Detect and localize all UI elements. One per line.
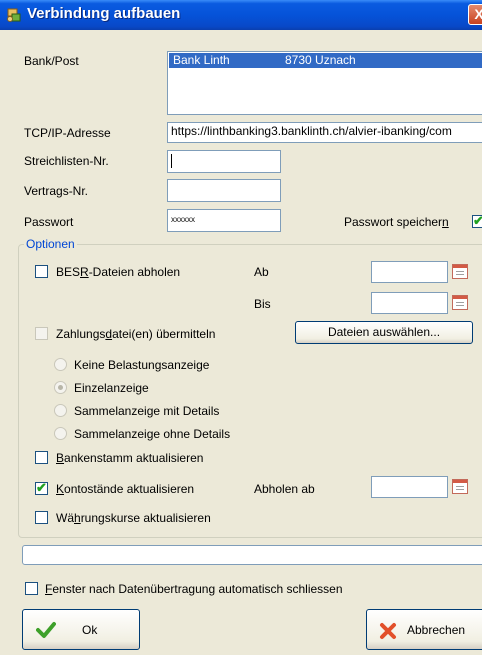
- abholen-ab-label: Abholen ab: [254, 482, 315, 496]
- fenster-label-post: enster nach Datenübertragung automatisch…: [52, 582, 343, 596]
- abholen-ab-date-input[interactable]: [371, 476, 448, 498]
- bankenstamm-checkbox[interactable]: [35, 451, 48, 464]
- check-icon: ✔: [473, 213, 482, 228]
- ab-date-input[interactable]: [371, 261, 448, 283]
- radio-einzel[interactable]: [54, 381, 67, 394]
- radio-dot: [58, 385, 63, 390]
- passwort-save-checkbox[interactable]: ✔: [472, 213, 482, 228]
- waehrung-label-pre: Wä: [56, 511, 74, 525]
- passwort-save-label: Passwort speichern: [344, 215, 449, 229]
- title-bar: Verbindung aufbauen X: [0, 0, 482, 30]
- bankenstamm-label-accel: B: [56, 451, 65, 465]
- radio-sammel-details-label: Sammelanzeige mit Details: [74, 404, 220, 418]
- waehrung-label-accel: h: [74, 511, 81, 525]
- tcp-label: TCP/IP-Adresse: [24, 126, 111, 140]
- zahlung-label-post: atei(en) übermitteln: [112, 327, 216, 341]
- cancel-button-label: Abbrechen: [407, 623, 466, 637]
- zahlung-checkbox[interactable]: [35, 327, 48, 340]
- bank-location: 8730 Uznach: [285, 53, 356, 67]
- konto-label: Kontostände aktualisieren: [56, 482, 194, 496]
- besr-label-post: -Dateien abholen: [88, 265, 181, 279]
- window-title: Verbindung aufbauen: [27, 5, 181, 22]
- radio-einzel-label: Einzelanzeige: [74, 381, 149, 395]
- cancel-x-icon: [380, 623, 396, 639]
- konto-label-accel: K: [56, 482, 65, 496]
- waehrung-checkbox[interactable]: [35, 511, 48, 524]
- cancel-button[interactable]: Abbrechen: [366, 609, 482, 650]
- ab-label: Ab: [254, 265, 269, 279]
- optionen-legend: Optionen: [24, 237, 77, 251]
- besr-label-pre: BES: [56, 265, 81, 279]
- radio-sammel-ohne[interactable]: [54, 427, 67, 440]
- dialog-window: Verbindung aufbauen X Bank/Post Bank Lin…: [0, 0, 482, 655]
- bis-date-input[interactable]: [371, 292, 448, 314]
- besr-label-accel: R: [80, 265, 89, 279]
- connection-icon: [7, 8, 21, 22]
- dateien-auswaehlen-button[interactable]: Dateien auswählen...: [295, 321, 473, 344]
- vertrag-label: Vertrags-Nr.: [24, 184, 89, 198]
- close-button[interactable]: X: [468, 4, 482, 25]
- tcp-input[interactable]: https://linthbanking3.banklinth.ch/alvie…: [167, 122, 482, 143]
- waehrung-label-post: rungskurse aktualisieren: [80, 511, 211, 525]
- bankenstamm-label: Bankenstamm aktualisieren: [56, 451, 203, 465]
- radio-sammel-details[interactable]: [54, 404, 67, 417]
- ok-button-label: Ok: [82, 623, 98, 637]
- bis-label: Bis: [254, 297, 271, 311]
- bank-list-item[interactable]: Bank Linth 8730 Uznach: [169, 53, 482, 68]
- bankenstamm-label-post: ankenstamm aktualisieren: [64, 451, 204, 465]
- bank-list[interactable]: Bank Linth 8730 Uznach: [167, 51, 482, 115]
- waehrung-label: Währungskurse aktualisieren: [56, 511, 211, 525]
- check-icon: ✔: [36, 480, 47, 495]
- passwort-save-label-text: Passwort speicher: [344, 215, 443, 229]
- streichliste-input[interactable]: [167, 150, 281, 173]
- checkmark-icon: [36, 622, 56, 638]
- calendar-icon[interactable]: [452, 479, 468, 494]
- radio-sammel-ohne-label: Sammelanzeige ohne Details: [74, 427, 231, 441]
- konto-label-post: ontostände aktualisieren: [64, 482, 195, 496]
- streichliste-label: Streichlisten-Nr.: [24, 154, 109, 168]
- zahlung-label-pre: Zahlungs: [56, 327, 106, 341]
- passwort-save-label-accel: n: [442, 215, 449, 229]
- passwort-label: Passwort: [24, 215, 74, 229]
- progress-bar: [22, 545, 482, 565]
- passwort-input[interactable]: xxxxxx: [167, 209, 281, 232]
- besr-checkbox[interactable]: [35, 265, 48, 278]
- fenster-label: Fenster nach Datenübertragung automatisc…: [45, 582, 343, 596]
- fenster-checkbox[interactable]: [25, 582, 38, 595]
- vertrag-input[interactable]: [167, 179, 281, 202]
- radio-keine-label: Keine Belastungsanzeige: [74, 358, 210, 372]
- konto-checkbox[interactable]: ✔: [35, 480, 48, 495]
- calendar-icon[interactable]: [452, 295, 468, 310]
- calendar-icon[interactable]: [452, 264, 468, 279]
- zahlung-label: Zahlungsdatei(en) übermitteln: [56, 327, 215, 341]
- bank-name: Bank Linth: [173, 53, 230, 67]
- radio-keine[interactable]: [54, 358, 67, 371]
- bank-label: Bank/Post: [24, 54, 79, 68]
- ok-button[interactable]: Ok: [22, 609, 140, 650]
- besr-label: BESR-Dateien abholen: [56, 265, 180, 279]
- text-cursor: [171, 154, 172, 168]
